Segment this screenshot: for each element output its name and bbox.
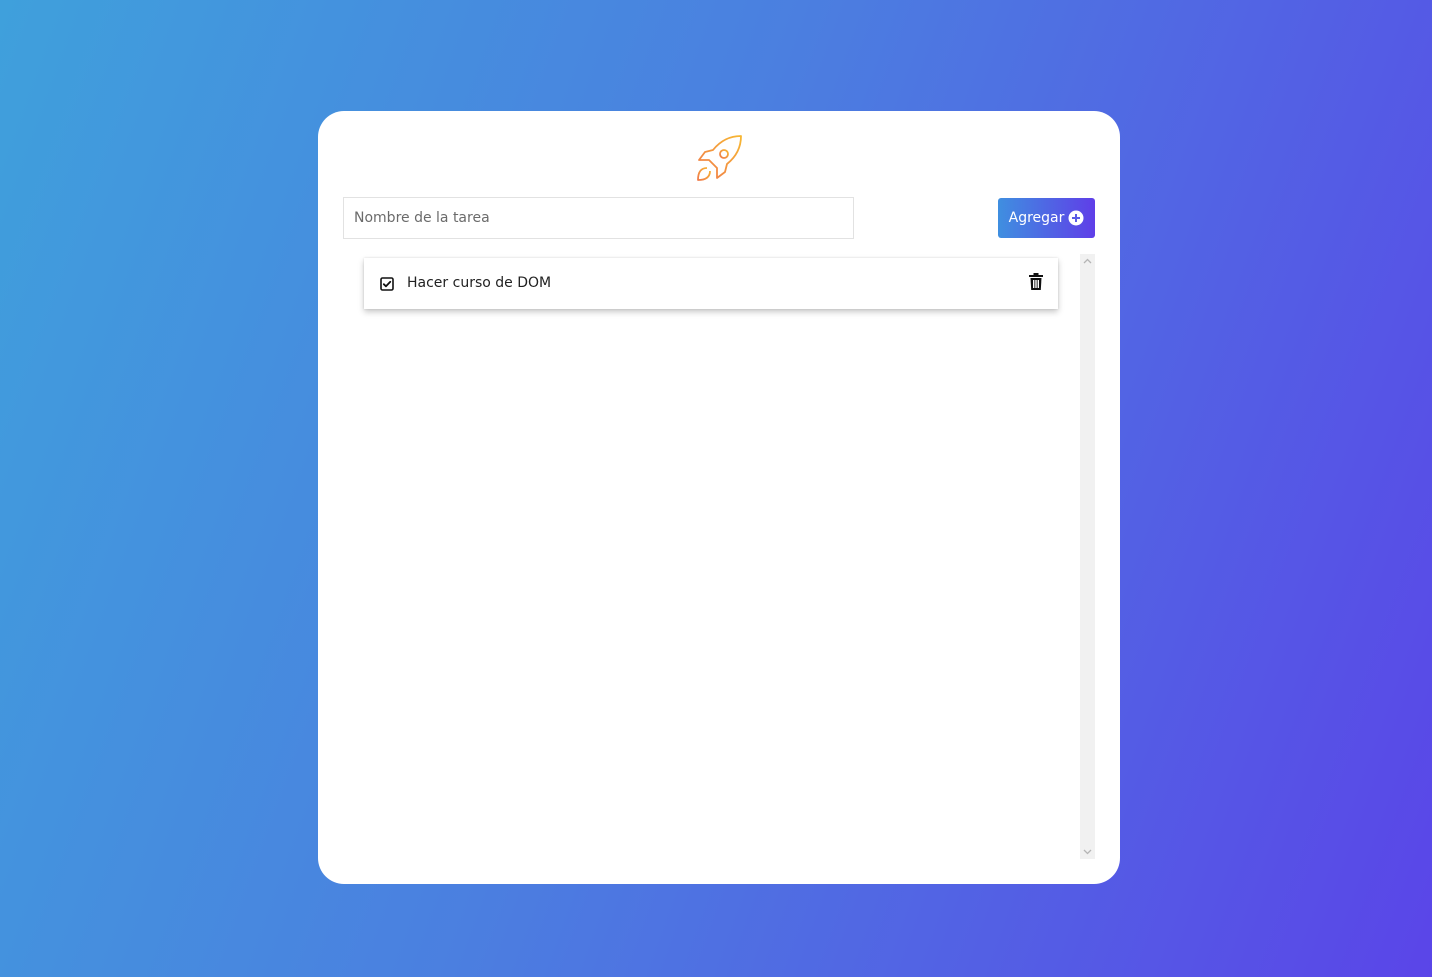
task-list-scrollbar[interactable] — [1080, 254, 1095, 859]
rocket-icon — [697, 135, 742, 181]
scroll-down-arrow-icon[interactable] — [1080, 845, 1095, 859]
todo-card: Agregar Hacer curso de DOM — [318, 111, 1120, 884]
task-list: Hacer curso de DOM — [343, 254, 1095, 859]
trash-icon[interactable] — [1029, 273, 1043, 290]
scroll-up-arrow-icon[interactable] — [1080, 254, 1095, 268]
add-task-button[interactable]: Agregar — [998, 198, 1095, 238]
task-name-input[interactable] — [343, 197, 854, 239]
task-label: Hacer curso de DOM — [407, 275, 552, 291]
check-square-icon[interactable] — [380, 277, 394, 291]
task-item: Hacer curso de DOM — [364, 258, 1058, 309]
plus-circle-icon — [1068, 210, 1084, 226]
add-button-label: Agregar — [1008, 210, 1065, 226]
